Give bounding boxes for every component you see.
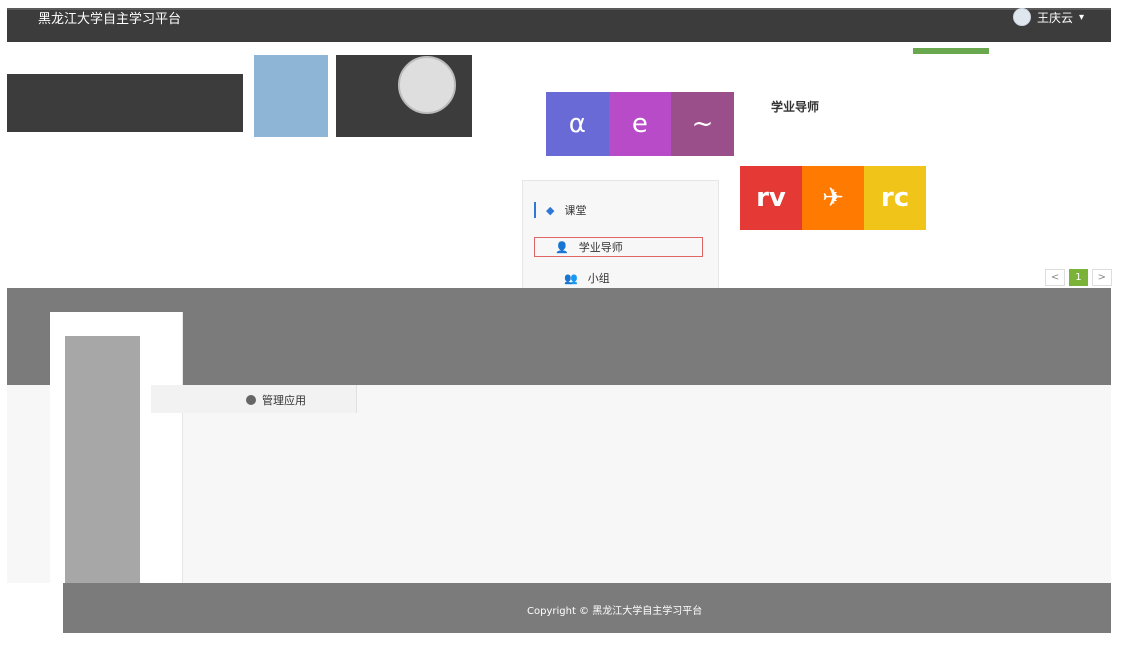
app-tile[interactable]: rv [740, 166, 802, 230]
avatar [1013, 8, 1031, 26]
menu-item-group[interactable]: 👥 小组 [564, 268, 610, 288]
app-tile[interactable]: rc [864, 166, 926, 230]
app-tile[interactable]: ✈ [802, 166, 864, 230]
menu-item-label: 小组 [587, 272, 610, 285]
footer-copyright: Copyright © 黑龙江大学自主学习平台 [527, 606, 703, 617]
banner-block-left [7, 74, 243, 132]
user-menu[interactable]: 王庆云 ▾ [1013, 8, 1084, 26]
group-icon: 👥 [564, 271, 578, 285]
graduation-icon: ◆ [546, 203, 555, 217]
menu-item-course[interactable]: ◆ 课堂 [534, 200, 586, 220]
app-tiles-bottom: rv ✈ rc [740, 166, 926, 230]
profile-avatar [398, 56, 456, 114]
banner-block-blue [254, 55, 328, 137]
active-marker [534, 202, 536, 218]
manage-label: 管理应用 [262, 394, 306, 407]
plus-icon [246, 395, 256, 405]
app-tile[interactable]: α [546, 92, 609, 156]
pagination: < 1 > [1044, 269, 1112, 286]
user-name: 王庆云 [1037, 10, 1074, 25]
prev-page-button[interactable]: < [1044, 269, 1066, 286]
app-tile[interactable]: e [608, 92, 672, 156]
current-page[interactable]: 1 [1069, 269, 1088, 286]
menu-item-label: 学业导师 [578, 241, 623, 254]
sidebar-column [65, 336, 140, 584]
app-tiles-top: α e ~ [546, 92, 734, 156]
banner-accent-green [913, 48, 989, 54]
site-brand[interactable]: 黑龙江大学自主学习平台 [38, 8, 181, 27]
next-page-button[interactable]: > [1091, 269, 1112, 286]
app-tile[interactable]: ~ [671, 92, 734, 156]
dropdown-menu [522, 180, 719, 290]
user-icon: 👤 [555, 240, 569, 254]
menu-item-label: 课堂 [564, 204, 587, 217]
menu-item-tutor[interactable]: 👤 学业导师 [534, 237, 703, 257]
manage-apps-button[interactable]: 管理应用 [246, 392, 306, 408]
tutor-title: 学业导师 [771, 100, 820, 114]
chevron-down-icon: ▾ [1079, 11, 1085, 23]
